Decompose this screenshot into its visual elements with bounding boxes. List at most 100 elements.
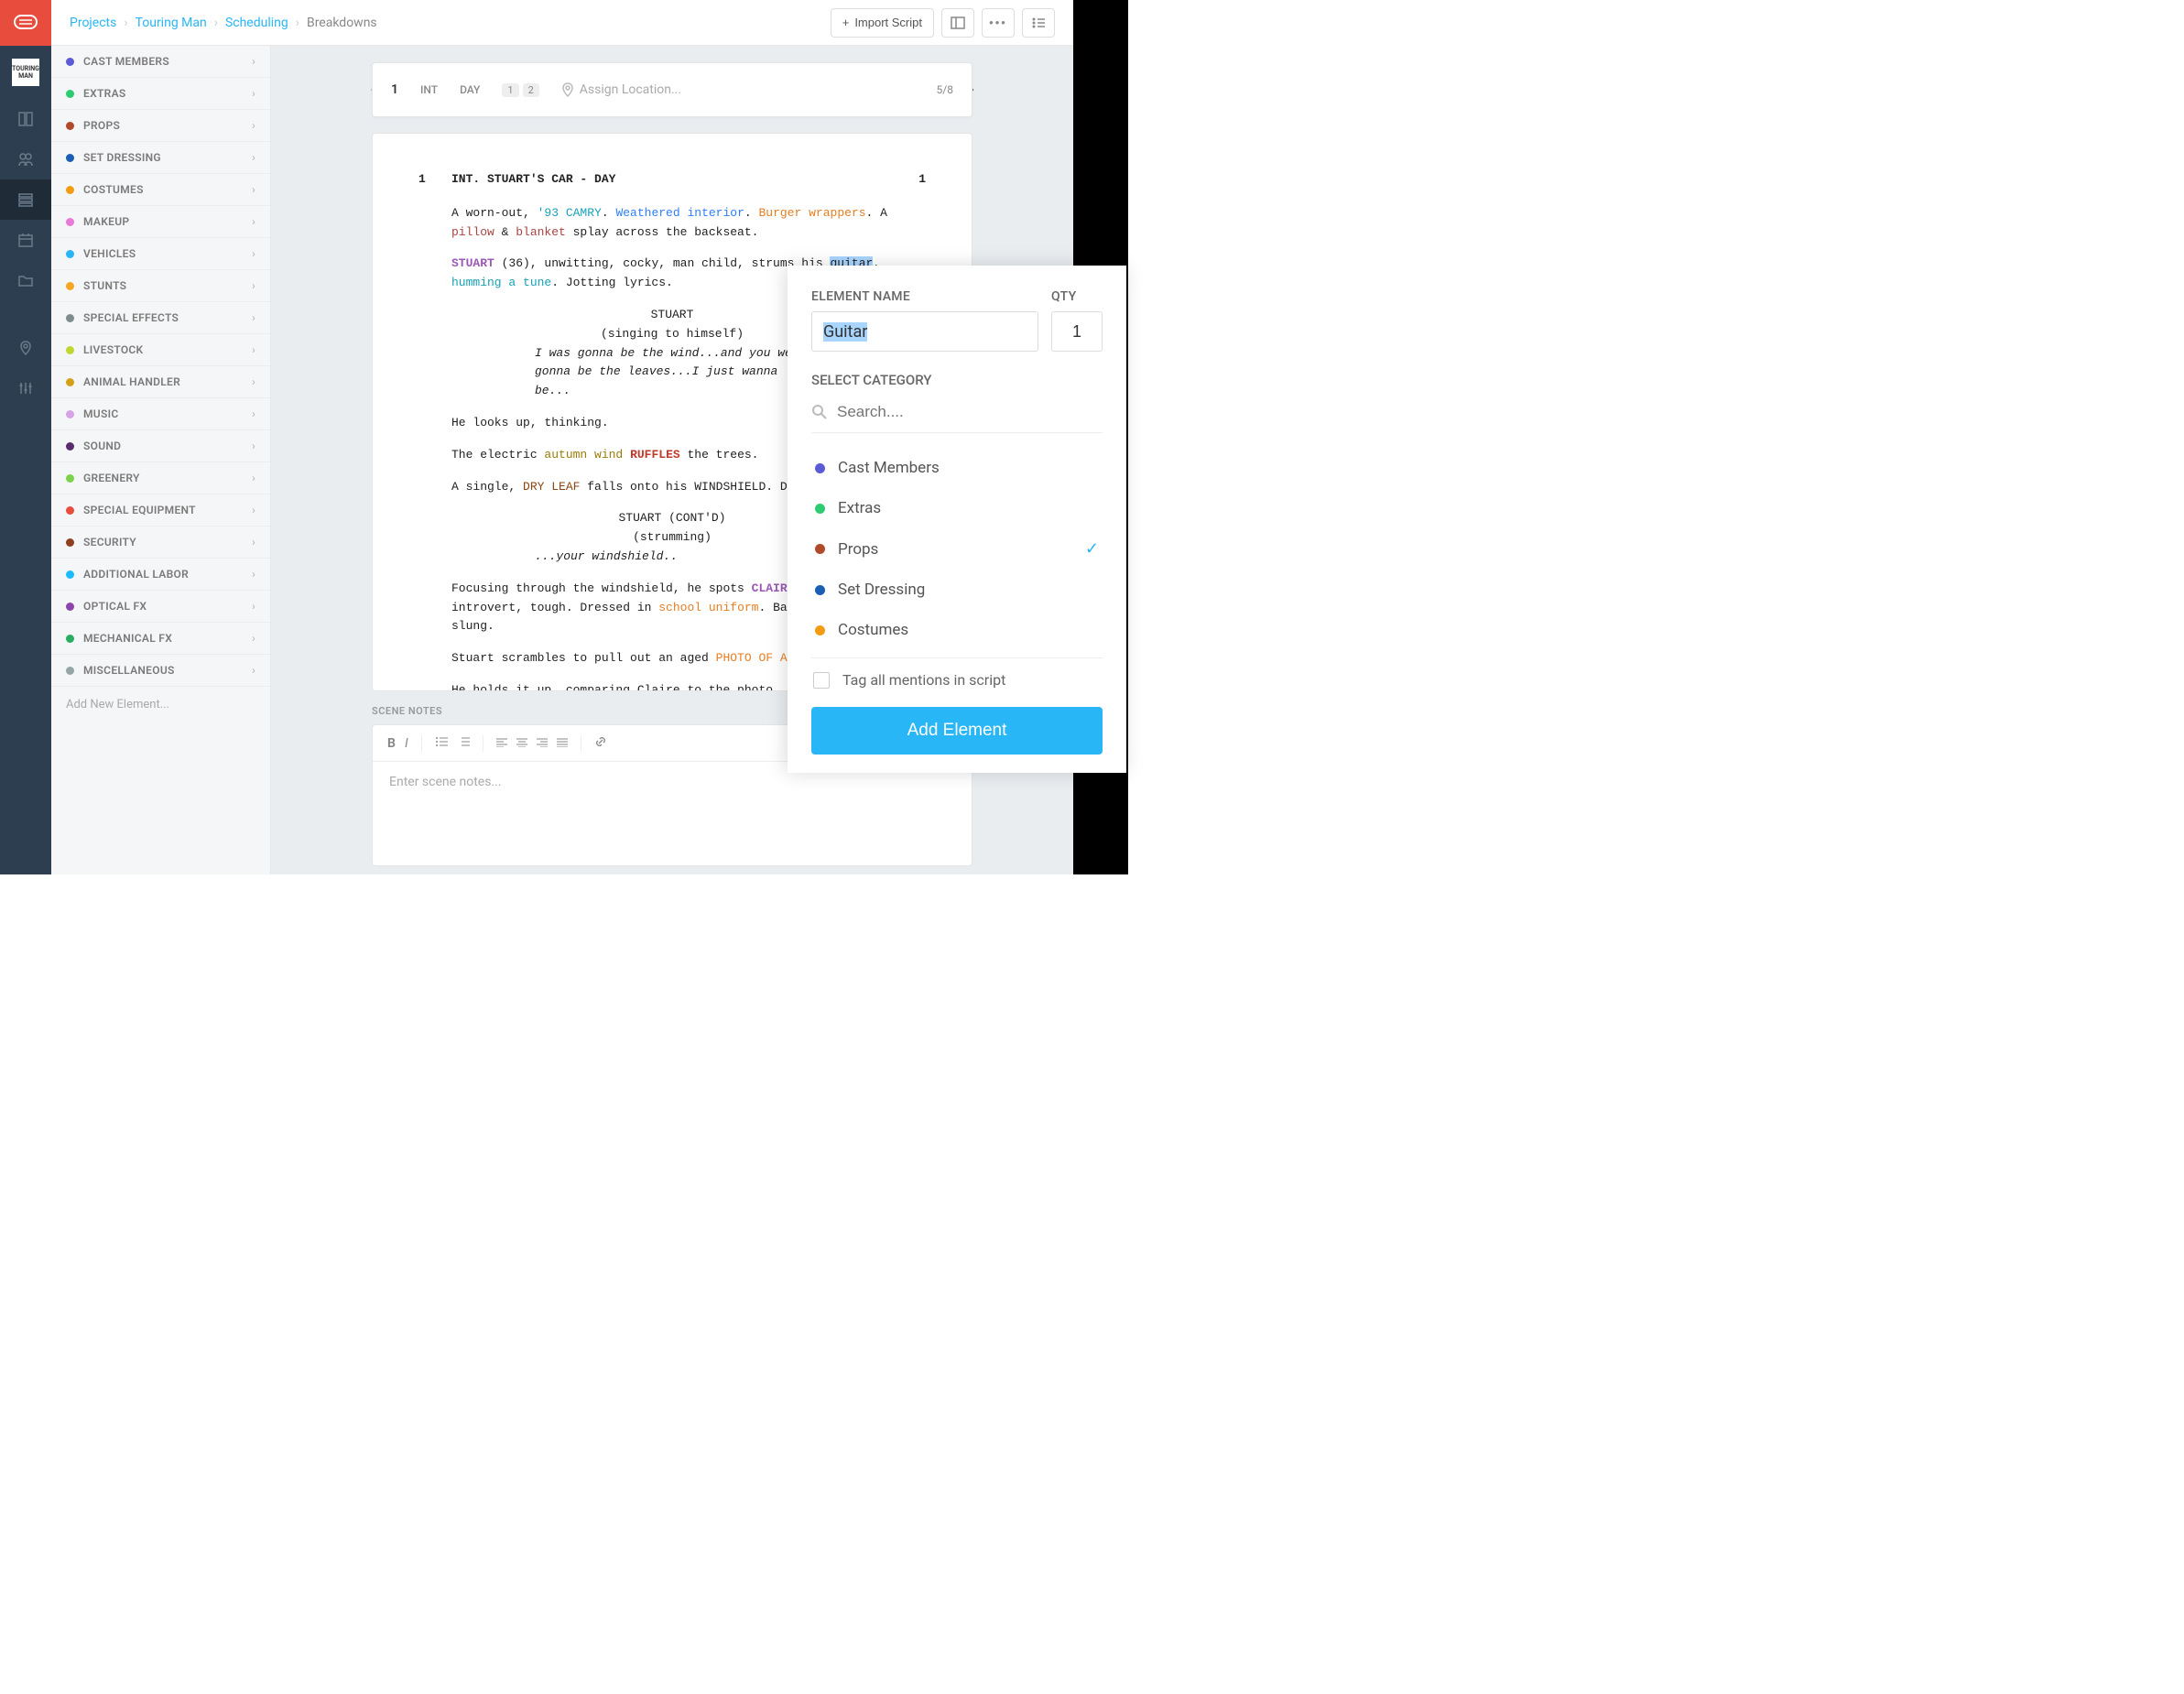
sidebar-category-item[interactable]: EXTRAS› <box>51 78 270 110</box>
add-new-element-input[interactable]: Add New Element... <box>51 687 270 722</box>
align-center-button[interactable] <box>516 736 527 751</box>
sidebar-category-item[interactable]: MUSIC› <box>51 398 270 430</box>
element-name-label: ELEMENT NAME <box>811 289 1038 304</box>
numbered-list-button[interactable] <box>457 736 470 751</box>
qty-label: QTY <box>1051 289 1103 304</box>
add-element-button[interactable]: Add Element <box>811 707 1103 755</box>
scene-number: 1 <box>391 82 398 97</box>
breadcrumb: Projects › Touring Man › Scheduling › Br… <box>70 16 377 30</box>
category-search-input[interactable] <box>837 403 1103 421</box>
category-dot-icon <box>815 463 825 473</box>
category-option[interactable]: Set Dressing <box>811 570 1103 610</box>
category-label: SET DRESSING <box>83 151 161 164</box>
chevron-right-icon: › <box>252 407 255 420</box>
category-option-label: Costumes <box>838 621 908 639</box>
sidebar-category-item[interactable]: VEHICLES› <box>51 238 270 270</box>
top-bar: Projects › Touring Man › Scheduling › Br… <box>51 0 1073 46</box>
sidebar-category-item[interactable]: MISCELLANEOUS› <box>51 655 270 687</box>
top-actions: + Import Script ••• <box>831 8 1055 38</box>
sidebar-category-item[interactable]: SECURITY› <box>51 527 270 559</box>
breadcrumb-project[interactable]: Touring Man <box>136 16 207 30</box>
chevron-right-icon: › <box>252 600 255 613</box>
category-label: EXTRAS <box>83 87 126 100</box>
breadcrumb-section[interactable]: Scheduling <box>225 16 288 30</box>
scene-chip[interactable]: 1 <box>502 83 518 97</box>
category-label: VEHICLES <box>83 247 136 260</box>
nav-documents[interactable] <box>0 99 51 139</box>
element-name-input[interactable]: Guitar <box>811 311 1038 352</box>
sidebar-toggle-button[interactable] <box>941 8 974 38</box>
align-justify-button[interactable] <box>557 736 568 751</box>
logo-icon <box>13 13 38 33</box>
breadcrumb-projects[interactable]: Projects <box>70 16 116 30</box>
sidebar-category-item[interactable]: SOUND› <box>51 430 270 462</box>
bold-button[interactable]: B <box>387 736 396 751</box>
nav-people[interactable] <box>0 139 51 179</box>
sidebar-category-item[interactable]: MECHANICAL FX› <box>51 623 270 655</box>
nav-rail: TOURING MAN <box>0 0 51 874</box>
sidebar-category-item[interactable]: LIVESTOCK› <box>51 334 270 366</box>
sidebar-category-item[interactable]: OPTICAL FX› <box>51 591 270 623</box>
sidebar-category-item[interactable]: CAST MEMBERS› <box>51 46 270 78</box>
category-label: COSTUMES <box>83 183 144 196</box>
chevron-right-icon: › <box>124 16 127 30</box>
tag-all-checkbox[interactable] <box>813 672 830 689</box>
bullet-list-button[interactable] <box>435 736 448 751</box>
align-right-button[interactable] <box>537 736 548 751</box>
nav-breakdowns[interactable] <box>0 179 51 220</box>
sidebar-category-item[interactable]: ANIMAL HANDLER› <box>51 366 270 398</box>
more-button[interactable]: ••• <box>982 8 1015 38</box>
sidebar-category-item[interactable]: MAKEUP› <box>51 206 270 238</box>
assign-location-input[interactable]: Assign Location... <box>561 82 915 97</box>
category-option[interactable]: Costumes <box>811 610 1103 650</box>
category-label: MISCELLANEOUS <box>83 664 175 677</box>
category-label: STUNTS <box>83 279 126 292</box>
category-dot-icon <box>66 474 74 483</box>
sidebar-category-item[interactable]: SPECIAL EFFECTS› <box>51 302 270 334</box>
category-dot-icon <box>66 378 74 386</box>
nav-files[interactable] <box>0 260 51 300</box>
select-category-label: SELECT CATEGORY <box>811 372 1103 388</box>
qty-input[interactable] <box>1051 311 1103 352</box>
category-dot-icon <box>66 314 74 322</box>
chevron-right-icon: › <box>252 568 255 581</box>
chevron-right-icon: › <box>214 16 218 30</box>
category-option[interactable]: Props✓ <box>811 528 1103 570</box>
category-option-label: Set Dressing <box>838 581 925 599</box>
category-option-label: Props <box>838 540 878 559</box>
sidebar-category-item[interactable]: GREENERY› <box>51 462 270 494</box>
nav-locations[interactable] <box>0 328 51 368</box>
sidebar-category-item[interactable]: ADDITIONAL LABOR › <box>51 559 270 591</box>
align-left-button[interactable] <box>496 736 507 751</box>
sidebar-category-item[interactable]: COSTUMES› <box>51 174 270 206</box>
category-option-label: Cast Members <box>838 459 940 477</box>
sidebar-category-item[interactable]: PROPS› <box>51 110 270 142</box>
category-option-label: Extras <box>838 499 881 517</box>
project-thumbnail[interactable]: TOURING MAN <box>12 59 39 86</box>
app-logo[interactable] <box>0 0 51 46</box>
nav-settings[interactable] <box>0 368 51 408</box>
link-button[interactable] <box>594 735 607 752</box>
category-dot-icon <box>815 585 825 595</box>
category-option[interactable]: Cast Members <box>811 448 1103 488</box>
import-script-button[interactable]: + Import Script <box>831 8 934 38</box>
scene-chip[interactable]: 2 <box>523 83 539 97</box>
slugline: INT. STUART'S CAR - DAY <box>451 170 918 190</box>
chevron-right-icon: › <box>252 472 255 484</box>
list-view-button[interactable] <box>1022 8 1055 38</box>
sidebar-category-item[interactable]: SPECIAL EQUIPMENT› <box>51 494 270 527</box>
sidebar-category-item[interactable]: STUNTS› <box>51 270 270 302</box>
dialogue: I was gonna be the wind...and you were g… <box>535 344 809 401</box>
italic-button[interactable]: I <box>405 736 408 751</box>
category-dot-icon <box>66 250 74 258</box>
chevron-right-icon: › <box>252 215 255 228</box>
category-search[interactable] <box>811 397 1103 433</box>
category-label: ADDITIONAL LABOR <box>83 568 189 581</box>
action-line: A worn-out, '93 CAMRY. Weathered interio… <box>451 204 926 243</box>
scene-time-of-day: DAY <box>460 83 480 96</box>
plus-icon: + <box>842 16 850 29</box>
category-dot-icon <box>815 625 825 635</box>
nav-calendar[interactable] <box>0 220 51 260</box>
category-option[interactable]: Extras <box>811 488 1103 528</box>
sidebar-category-item[interactable]: SET DRESSING› <box>51 142 270 174</box>
